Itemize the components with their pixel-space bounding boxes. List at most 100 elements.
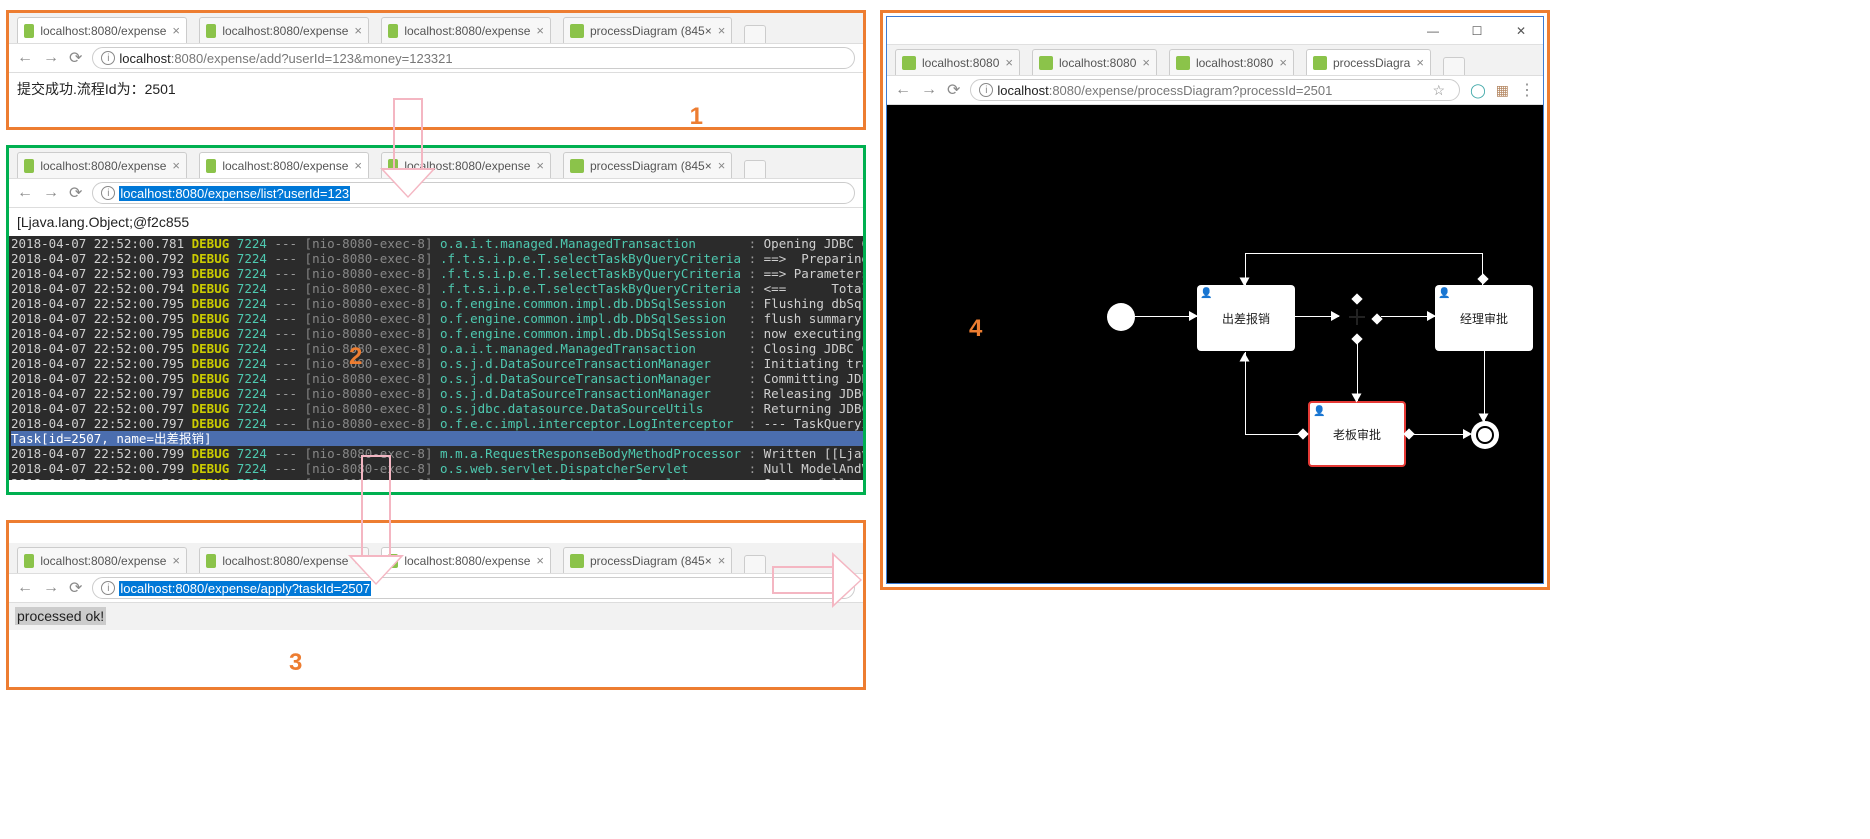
close-tab-icon[interactable]: × <box>348 23 362 38</box>
address-bar[interactable]: i localhost:8080/expense/add?userId=123&… <box>92 47 855 69</box>
tab-label: localhost:8080/expense <box>404 24 530 38</box>
back-button[interactable]: ← <box>895 81 911 99</box>
info-icon[interactable]: i <box>101 581 115 595</box>
log-console[interactable]: 2018-04-07 22:52:00.781 DEBUG 7224 --- [… <box>9 236 863 480</box>
tab-strip: localhost:8080/expense× localhost:8080/e… <box>9 13 863 43</box>
address-selected: localhost:8080/expense/apply?taskId=2507 <box>119 581 371 596</box>
back-button[interactable]: ← <box>17 49 33 67</box>
reload-button[interactable]: ⟳ <box>69 578 82 598</box>
new-tab-button[interactable] <box>1443 57 1465 75</box>
tab-label: localhost:8080 <box>922 56 999 70</box>
toolbar: ← → ⟳ i localhost:8080/expense/list?user… <box>9 178 863 208</box>
tab-4[interactable]: processDiagram (845×× <box>563 547 732 573</box>
task-box: 👤 经理审批 <box>1435 285 1533 351</box>
tab-3[interactable]: localhost:8080/expense× <box>381 547 551 573</box>
reload-button[interactable]: ⟳ <box>947 80 960 100</box>
tab-strip: localhost:8080× localhost:8080× localhos… <box>887 45 1543 75</box>
forward-button[interactable]: → <box>43 184 59 202</box>
address-path: :8080/expense/processDiagram?processId=2… <box>1049 83 1333 98</box>
close-tab-icon[interactable]: × <box>530 23 544 38</box>
annotation-number: 2 <box>349 343 362 371</box>
tab-label: localhost:8080 <box>1196 56 1273 70</box>
close-tab-icon[interactable]: × <box>712 23 726 38</box>
info-icon[interactable]: i <box>101 51 115 65</box>
new-tab-button[interactable] <box>744 160 766 178</box>
favicon <box>570 554 584 568</box>
tab-1[interactable]: localhost:8080/expense× <box>17 17 187 43</box>
info-icon[interactable]: i <box>101 186 115 200</box>
close-tab-icon[interactable]: × <box>1273 55 1287 70</box>
close-tab-icon[interactable]: × <box>166 158 180 173</box>
reload-button[interactable]: ⟳ <box>69 48 82 68</box>
bookmark-star-icon[interactable]: ☆ <box>1433 82 1446 99</box>
close-tab-icon[interactable]: × <box>348 158 362 173</box>
tab-2[interactable]: localhost:8080/expense× <box>199 152 369 178</box>
back-button[interactable]: ← <box>17 184 33 202</box>
close-tab-icon[interactable]: × <box>530 553 544 568</box>
close-tab-icon[interactable]: × <box>166 23 180 38</box>
tab-4[interactable]: processDiagram (845×× <box>563 17 732 43</box>
tab-4[interactable]: processDiagram (845×× <box>563 152 732 178</box>
user-icon: 👤 <box>1313 406 1325 417</box>
page-content: [Ljava.lang.Object;@f2c855 <box>9 208 863 236</box>
reload-button[interactable]: ⟳ <box>69 183 82 203</box>
tab-2[interactable]: localhost:8080× <box>1032 49 1157 75</box>
menu-button[interactable]: ⋮ <box>1519 80 1535 100</box>
page-content: processed ok! <box>15 607 106 625</box>
tab-1[interactable]: localhost:8080/expense× <box>17 152 187 178</box>
forward-button[interactable]: → <box>43 579 59 597</box>
close-tab-icon[interactable]: × <box>712 158 726 173</box>
extension-icon[interactable]: ▦ <box>1496 82 1509 99</box>
close-tab-icon[interactable]: × <box>530 158 544 173</box>
tab-label: localhost:8080/expense <box>222 554 348 568</box>
toolbar: ← → ⟳ i localhost:8080/expense/apply?tas… <box>9 573 863 603</box>
address-selected: localhost:8080/expense/list?userId=123 <box>119 186 350 201</box>
minimize-button[interactable]: — <box>1411 17 1455 44</box>
user-icon: 👤 <box>1438 288 1450 299</box>
close-tab-icon[interactable]: × <box>1410 55 1424 70</box>
tab-2[interactable]: localhost:8080/expense× <box>199 17 369 43</box>
close-tab-icon[interactable]: × <box>1136 55 1150 70</box>
new-tab-button[interactable] <box>744 25 766 43</box>
address-path: :8080/expense/add?userId=123&money=12332… <box>171 51 453 66</box>
tab-strip: localhost:8080/expense× localhost:8080/e… <box>9 543 863 573</box>
process-diagram: 4 👤 出差报销 👤 经理审批 👤 老板审批 <box>887 105 1543 583</box>
maximize-button[interactable]: ☐ <box>1455 17 1499 44</box>
close-window-button[interactable]: ✕ <box>1499 17 1543 44</box>
tab-2[interactable]: localhost:8080/expense× <box>199 547 369 573</box>
address-bar[interactable]: i localhost:8080/expense/list?userId=123 <box>92 182 855 204</box>
address-host: localhost <box>119 51 170 66</box>
address-bar[interactable]: i localhost:8080/expense/processDiagram?… <box>970 79 1460 101</box>
tab-3[interactable]: localhost:8080/expense× <box>381 17 551 43</box>
favicon <box>206 24 216 38</box>
flow-arrow-down-icon <box>380 98 436 198</box>
task-label: 出差报销 <box>1222 310 1270 327</box>
favicon <box>1313 56 1327 70</box>
close-tab-icon[interactable]: × <box>999 55 1013 70</box>
favicon <box>24 159 34 173</box>
tab-label: localhost:8080/expense <box>40 554 166 568</box>
tab-3[interactable]: localhost:8080× <box>1169 49 1294 75</box>
extension-icon[interactable]: ◯ <box>1470 82 1486 99</box>
new-tab-button[interactable] <box>744 555 766 573</box>
close-tab-icon[interactable]: × <box>712 553 726 568</box>
user-icon: 👤 <box>1200 288 1212 299</box>
back-button[interactable]: ← <box>17 579 33 597</box>
window-titlebar[interactable]: — ☐ ✕ <box>887 17 1543 45</box>
forward-button[interactable]: → <box>921 81 937 99</box>
end-event <box>1471 421 1499 449</box>
favicon <box>206 159 216 173</box>
info-icon[interactable]: i <box>979 83 993 97</box>
tab-label: processDiagram (845× <box>590 159 712 173</box>
tab-1[interactable]: localhost:8080/expense× <box>17 547 187 573</box>
tab-label: processDiagra <box>1333 56 1410 70</box>
tab-1[interactable]: localhost:8080× <box>895 49 1020 75</box>
tab-4[interactable]: processDiagra× <box>1306 49 1431 75</box>
favicon <box>24 554 34 568</box>
address-bar[interactable]: i localhost:8080/expense/apply?taskId=25… <box>92 577 855 599</box>
address-host: localhost <box>997 83 1048 98</box>
close-tab-icon[interactable]: × <box>166 553 180 568</box>
forward-button[interactable]: → <box>43 49 59 67</box>
annotation-number: 4 <box>969 315 982 343</box>
task-label: 老板审批 <box>1333 426 1381 443</box>
